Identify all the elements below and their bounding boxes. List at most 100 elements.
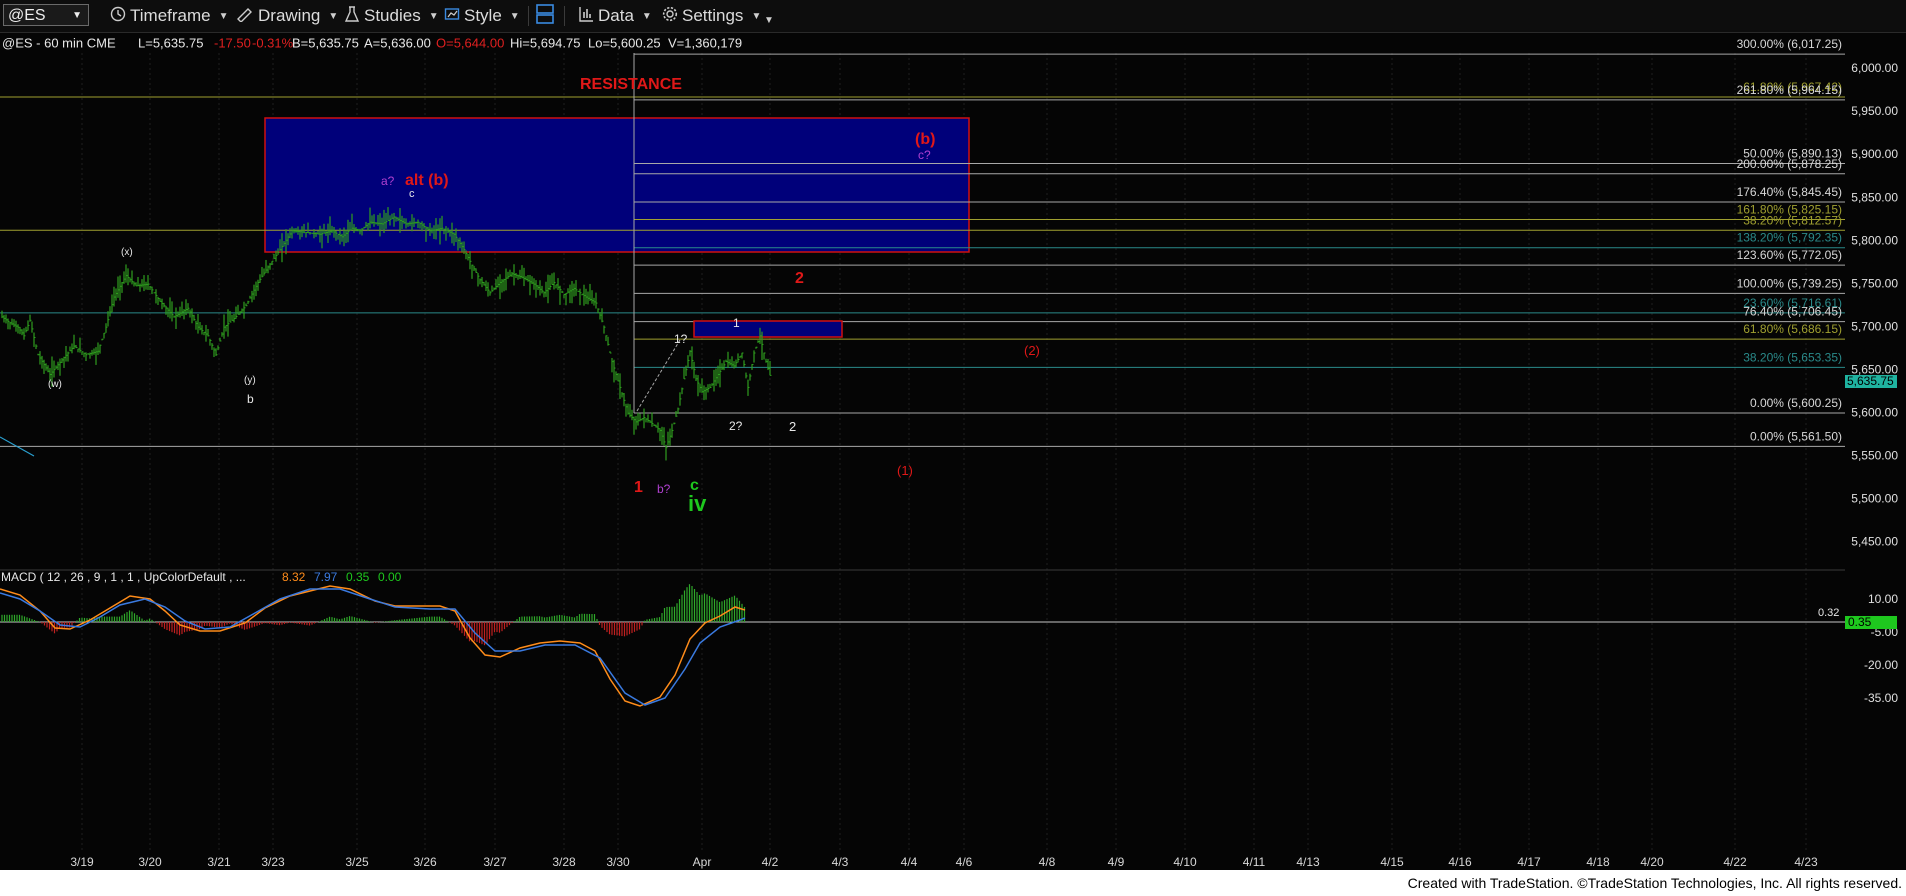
drawing-menu[interactable]: Drawing ▼ (236, 4, 338, 28)
wave-y: (y) (244, 375, 256, 386)
date-tick-label: 4/23 (1794, 855, 1818, 869)
date-tick-label: 4/10 (1173, 855, 1197, 869)
header-last: L=5,635.75 (138, 36, 203, 51)
fib-level-label: 300.00% (6,017.25) (1737, 37, 1842, 51)
fib-level-label: 176.40% (5,845.45) (1737, 185, 1842, 199)
bar-chart-icon (578, 6, 594, 27)
price-tick-label: 5,750.00 (1851, 276, 1898, 290)
date-tick-label: 3/27 (483, 855, 507, 869)
wave-2-paren: (2) (1024, 343, 1040, 358)
date-tick-label: 4/17 (1517, 855, 1541, 869)
wave-1-question: 1? (674, 332, 688, 346)
timeframe-menu[interactable]: Timeframe ▼ (110, 4, 229, 28)
price-tick-label: 5,850.00 (1851, 190, 1898, 204)
date-tick-label: 4/9 (1108, 855, 1125, 869)
wave-iv: iv (688, 491, 707, 516)
symbol-selector[interactable]: @ES ▼ (3, 4, 89, 26)
wave-a-question: a? (381, 174, 395, 188)
style-label: Style (464, 6, 502, 25)
date-tick-label: 3/20 (138, 855, 162, 869)
style-menu[interactable]: Style ▼ (444, 4, 520, 28)
price-tick-label: 5,550.00 (1851, 448, 1898, 462)
header-pct: -0.31% (252, 36, 294, 51)
gear-icon (662, 6, 678, 27)
fib-level-label: 261.80% (5,964.15) (1737, 83, 1842, 97)
date-tick-label: 3/30 (606, 855, 630, 869)
chevron-down-icon: ▼ (509, 10, 520, 22)
date-tick-label: 4/11 (1243, 855, 1266, 869)
macd-value-4: 0.00 (378, 570, 402, 584)
fib-level-label: 38.20% (5,812.57) (1743, 213, 1842, 227)
date-tick-label: 4/6 (956, 855, 973, 869)
header-open: O=5,644.00 (436, 36, 504, 51)
target-box (693, 320, 843, 338)
header-high: Hi=5,694.75 (510, 36, 580, 51)
resistance-zone (264, 117, 970, 253)
wave-b-question: b? (657, 482, 671, 496)
fib-level-label: 0.00% (5,600.25) (1750, 396, 1842, 410)
settings-label: Settings (682, 6, 744, 25)
header-ask: A=5,636.00 (364, 36, 431, 51)
toolbar: @ES ▼ Timeframe ▼ Drawing ▼ Studies ▼ St… (0, 0, 1906, 33)
macd-tick-label: -35.00 (1864, 691, 1898, 705)
date-tick-label: 4/15 (1380, 855, 1404, 869)
toolbar-divider (564, 6, 565, 26)
symbol-text: @ES (8, 7, 46, 24)
pencil-icon (236, 6, 254, 27)
date-tick-label: Apr (693, 855, 712, 869)
data-label: Data (598, 6, 634, 25)
price-tick-label: 5,450.00 (1851, 535, 1898, 549)
header-change: -17.50 (214, 36, 251, 51)
date-tick-label: 4/4 (901, 855, 918, 869)
wave-b-paren: (b) (915, 131, 935, 148)
macd-tick-label: -20.00 (1864, 658, 1898, 672)
macd-value-2: 7.97 (314, 570, 338, 584)
macd-tick-label: 10.00 (1868, 592, 1898, 606)
date-tick-label: 4/8 (1039, 855, 1056, 869)
fib-level-label: 38.20% (5,653.35) (1743, 350, 1842, 364)
chevron-down-icon: ▼ (641, 10, 652, 22)
price-chart[interactable]: 300.00% (6,017.25)61.80% (5,967.42)261.8… (0, 33, 1906, 870)
macd-zero-tag-label: 0.35 (1848, 615, 1872, 629)
layout-icon (536, 3, 554, 29)
price-tick-label: 5,500.00 (1851, 491, 1898, 505)
price-tick-label: 6,000.00 (1851, 61, 1898, 75)
header-symbol: @ES - 60 min CME (2, 36, 116, 51)
timeframe-label: Timeframe (130, 6, 211, 25)
wave-c-small: c (409, 188, 415, 200)
date-tick-label: 4/2 (762, 855, 779, 869)
wave-2-white: 2 (789, 419, 796, 434)
wave-2-red: 2 (795, 270, 804, 287)
price-tick-label: 5,800.00 (1851, 233, 1898, 247)
date-tick-label: 3/25 (345, 855, 369, 869)
macd-value-1: 8.32 (282, 570, 306, 584)
chevron-down-icon: ▼ (428, 10, 439, 22)
fib-level-label: 200.00% (5,878.25) (1737, 157, 1842, 171)
wave-alt-b: alt (b) (405, 172, 449, 189)
flask-icon (344, 5, 360, 27)
toolbar-divider (528, 6, 529, 26)
date-tick-label: 4/16 (1448, 855, 1472, 869)
clock-icon (110, 6, 126, 27)
chevron-down-icon: ▼ (218, 10, 229, 22)
price-tick-label: 5,900.00 (1851, 147, 1898, 161)
data-menu[interactable]: Data ▼ (578, 4, 652, 28)
header-volume: V=1,360,179 (668, 36, 742, 51)
price-tick-label: 5,700.00 (1851, 319, 1898, 333)
date-tick-label: 4/18 (1586, 855, 1610, 869)
fib-level-label: 0.00% (5,561.50) (1750, 429, 1842, 443)
fib-level-label: 138.20% (5,792.35) (1737, 231, 1842, 245)
wave-x: (x) (121, 247, 133, 258)
header-low: Lo=5,600.25 (588, 36, 661, 51)
wave-c-question: c? (918, 148, 931, 162)
chevron-down-icon: ▼ (328, 10, 339, 22)
settings-menu[interactable]: Settings ▼ (662, 4, 761, 28)
macd-level-label: 0.32 (1818, 607, 1839, 619)
date-tick-label: 3/26 (413, 855, 437, 869)
studies-menu[interactable]: Studies ▼ (344, 4, 439, 28)
footer: Created with TradeStation. ©TradeStation… (0, 870, 1906, 896)
studies-label: Studies (364, 6, 421, 25)
layout-button[interactable] (536, 3, 554, 29)
price-tick-label: 5,950.00 (1851, 104, 1898, 118)
more-menu[interactable]: ▼ (764, 8, 774, 32)
